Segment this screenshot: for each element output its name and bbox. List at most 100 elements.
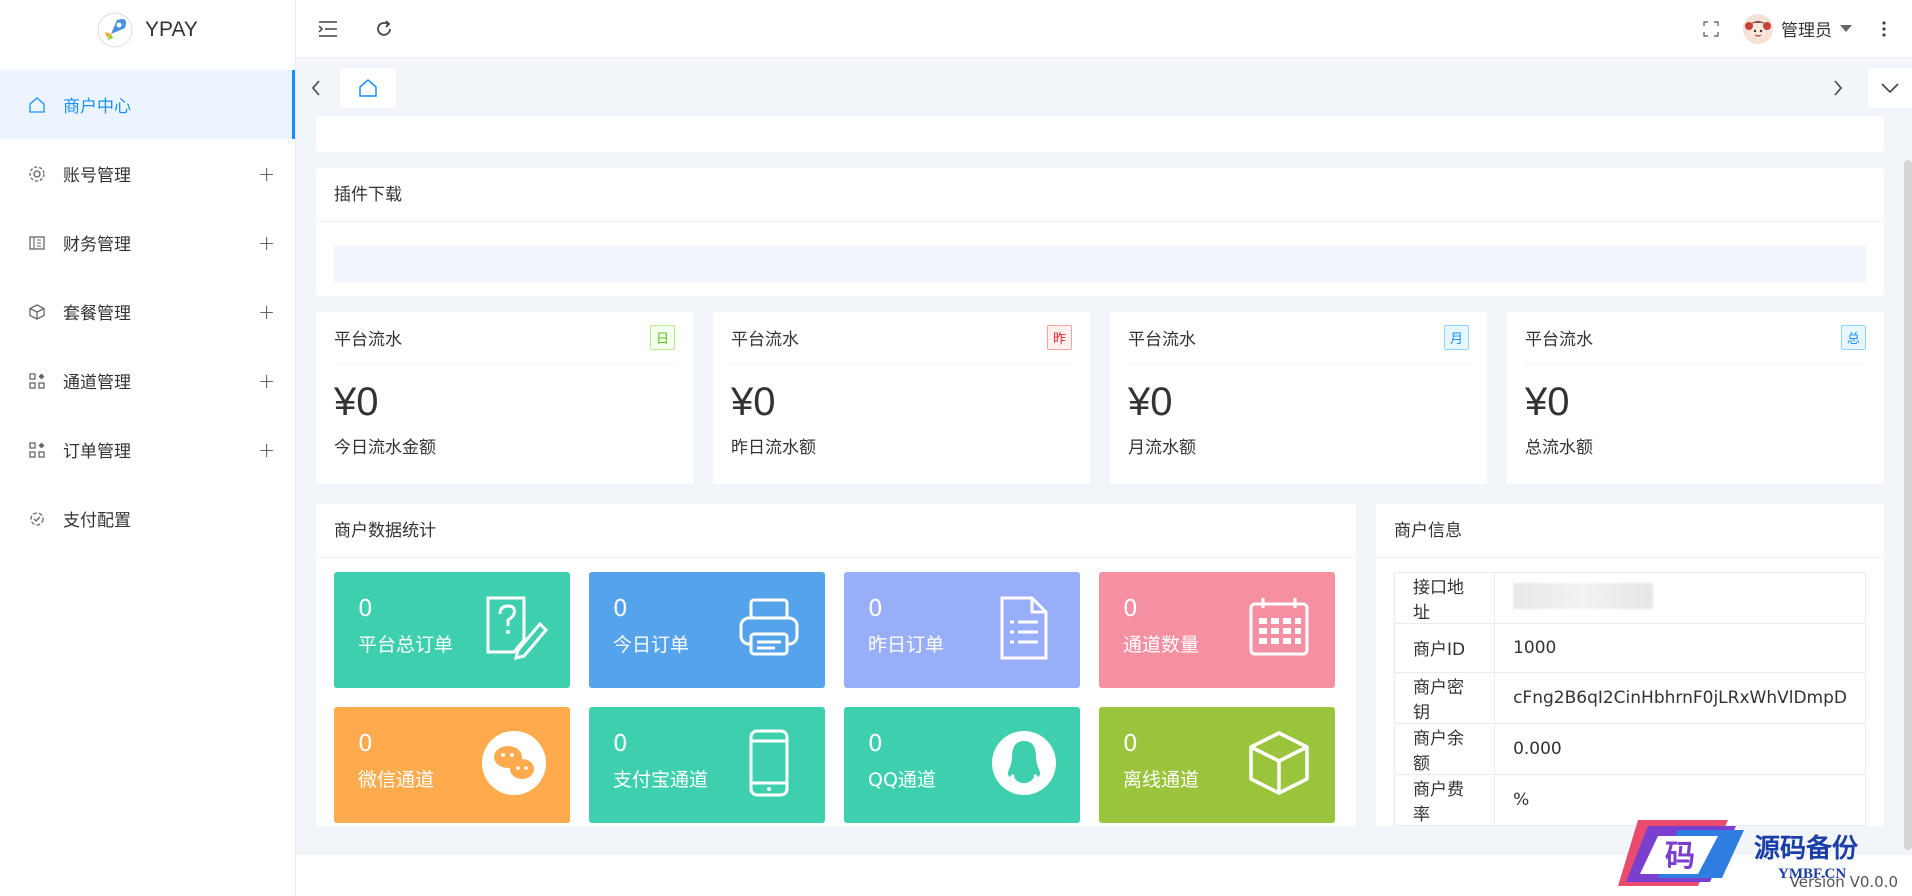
sidebar-item-merchant-center[interactable]: 商户中心: [0, 70, 295, 139]
plugin-card: 插件下载: [316, 168, 1884, 296]
fullscreen-button[interactable]: [1691, 9, 1731, 49]
stat-value: ¥0: [1128, 380, 1173, 424]
stat-label: 今日流水金额: [334, 438, 436, 458]
phone-icon: [749, 729, 789, 797]
calendar-icon: [1249, 598, 1309, 656]
cube-icon: [28, 303, 46, 321]
sidebar-menu: 商户中心 账号管理 + 财务管理 + 套餐管理 + 通道管理 + 订单管理 + …: [0, 70, 295, 553]
card-title: 插件下载: [316, 168, 1884, 222]
tile-alipay-channel[interactable]: 0 支付宝通道: [589, 707, 825, 823]
stat-card-today: 平台流水 日 ¥0 今日流水金额: [316, 312, 693, 484]
status-badge: 月: [1443, 325, 1469, 350]
sidebar-item-label: 通道管理: [63, 373, 131, 393]
tile-today-orders[interactable]: 0 今日订单: [589, 572, 825, 688]
sidebar: YPAY 商户中心 账号管理 + 财务管理 + 套餐管理 + 通道管理 + 订单…: [0, 0, 296, 896]
info-key: 商户ID: [1393, 623, 1496, 673]
notice-card: [316, 116, 1884, 152]
sidebar-item-order[interactable]: 订单管理 +: [0, 415, 295, 484]
merchant-stats-card: 商户数据统计 0 平台总订单 0 今日订单 0 昨日订单 0 通道数量 0 微信…: [316, 504, 1356, 826]
tab-scroll-left-button[interactable]: [296, 66, 336, 110]
home-icon: [359, 79, 377, 97]
tab-dropdown-button[interactable]: [1868, 68, 1912, 108]
info-key: 商户费率: [1393, 773, 1496, 826]
top-header: 管理员: [296, 0, 1912, 58]
stats-row: 平台流水 日 ¥0 今日流水金额 平台流水 昨 ¥0 昨日流水额 平台流水 月 …: [316, 312, 1884, 484]
info-value-api-url: [1494, 572, 1866, 624]
box-icon: [1249, 731, 1309, 795]
status-badge: 日: [649, 325, 675, 350]
qq-icon: [992, 731, 1056, 795]
stat-card-total: 平台流水 总 ¥0 总流水额: [1507, 312, 1884, 484]
gear-icon: [28, 165, 46, 183]
tile-offline-channel[interactable]: 0 离线通道: [1099, 707, 1335, 823]
sidebar-item-label: 商户中心: [63, 97, 131, 117]
watermark-badge: 码: [1665, 839, 1695, 874]
wechat-icon: [482, 731, 546, 795]
info-value: cFng2B6qI2CinHbhrnF0jLRxWhVlDmpD: [1494, 671, 1866, 724]
stat-value: ¥0: [731, 380, 776, 424]
stat-value: ¥0: [334, 380, 379, 424]
info-key: 商户密钥: [1393, 671, 1496, 724]
sidebar-item-payment-config[interactable]: 支付配置: [0, 484, 295, 553]
avatar: [1743, 13, 1773, 44]
sidebar-item-label: 套餐管理: [63, 304, 131, 324]
watermark-sub: YMBF.CN: [1778, 866, 1847, 882]
sidebar-item-label: 订单管理: [63, 442, 131, 462]
tab-home[interactable]: [340, 68, 396, 108]
card-title: 商户信息: [1376, 504, 1884, 558]
apps-icon: [28, 441, 46, 459]
refresh-button[interactable]: [364, 9, 404, 49]
expand-icon: +: [258, 437, 275, 462]
fullscreen-icon: [1703, 20, 1719, 37]
tile-wechat-channel[interactable]: 0 微信通道: [334, 707, 570, 823]
chevron-down-icon: [1881, 83, 1899, 93]
logo[interactable]: YPAY: [0, 0, 295, 60]
sidebar-item-account[interactable]: 账号管理 +: [0, 139, 295, 208]
chevron-left-icon: [311, 80, 320, 96]
tile-qq-channel[interactable]: 0 QQ通道: [844, 707, 1080, 823]
redacted-value: [1513, 582, 1654, 609]
indent-icon: [318, 20, 337, 37]
watermark-title: 源码备份: [1754, 834, 1859, 864]
sidebar-item-channel[interactable]: 通道管理 +: [0, 346, 295, 415]
more-button[interactable]: [1864, 9, 1904, 49]
info-key: 接口地址: [1393, 572, 1496, 624]
merchant-info-card: 商户信息 接口地址 商户ID 1000 商户密钥 cFng2B6qI2CinHb…: [1376, 504, 1884, 826]
rocket-logo-icon: [97, 12, 133, 48]
info-key: 商户余额: [1393, 722, 1496, 775]
tile-yesterday-orders[interactable]: 0 昨日订单: [844, 572, 1080, 688]
sidebar-item-label: 财务管理: [63, 235, 131, 255]
info-value: 0.000: [1494, 722, 1866, 775]
collapse-menu-button[interactable]: [308, 9, 348, 49]
stat-card-month: 平台流水 月 ¥0 月流水额: [1110, 312, 1487, 484]
edit-doc-icon: [486, 596, 548, 661]
tile-total-orders[interactable]: 0 平台总订单: [334, 572, 570, 688]
bottom-row: 商户数据统计 0 平台总订单 0 今日订单 0 昨日订单 0 通道数量 0 微信…: [316, 504, 1884, 826]
caret-down-icon: [1840, 24, 1852, 32]
stat-title: 平台流水: [1525, 330, 1593, 350]
sidebar-item-label: 账号管理: [63, 166, 131, 186]
scrollbar[interactable]: [1904, 160, 1912, 850]
expand-icon: +: [258, 299, 275, 324]
user-menu[interactable]: 管理员: [1743, 13, 1852, 44]
sidebar-item-finance[interactable]: 财务管理 +: [0, 208, 295, 277]
main-content: 插件下载 平台流水 日 ¥0 今日流水金额 平台流水 昨 ¥0 昨日流水额 平台…: [316, 116, 1884, 826]
finance-icon: [28, 234, 46, 252]
tile-channel-count[interactable]: 0 通道数量: [1099, 572, 1335, 688]
refresh-icon: [377, 19, 391, 36]
watermark: 码 源码备份 YMBF.CN: [1618, 816, 1908, 890]
table-row: 商户余额 0.000: [1393, 722, 1866, 775]
stat-title: 平台流水: [731, 330, 799, 350]
stat-value: ¥0: [1525, 380, 1570, 424]
stat-card-yesterday: 平台流水 昨 ¥0 昨日流水额: [713, 312, 1090, 484]
config-icon: [28, 510, 46, 528]
table-row: 接口地址: [1393, 572, 1866, 624]
printer-icon: [739, 598, 799, 656]
status-badge: 昨: [1046, 325, 1072, 350]
logo-text: YPAY: [145, 18, 198, 41]
sidebar-item-package[interactable]: 套餐管理 +: [0, 277, 295, 346]
tab-scroll-right-button[interactable]: [1818, 66, 1858, 110]
document-icon: [1000, 596, 1048, 660]
table-row: 商户密钥 cFng2B6qI2CinHbhrnF0jLRxWhVlDmpD: [1393, 671, 1866, 724]
apps-icon: [28, 372, 46, 390]
